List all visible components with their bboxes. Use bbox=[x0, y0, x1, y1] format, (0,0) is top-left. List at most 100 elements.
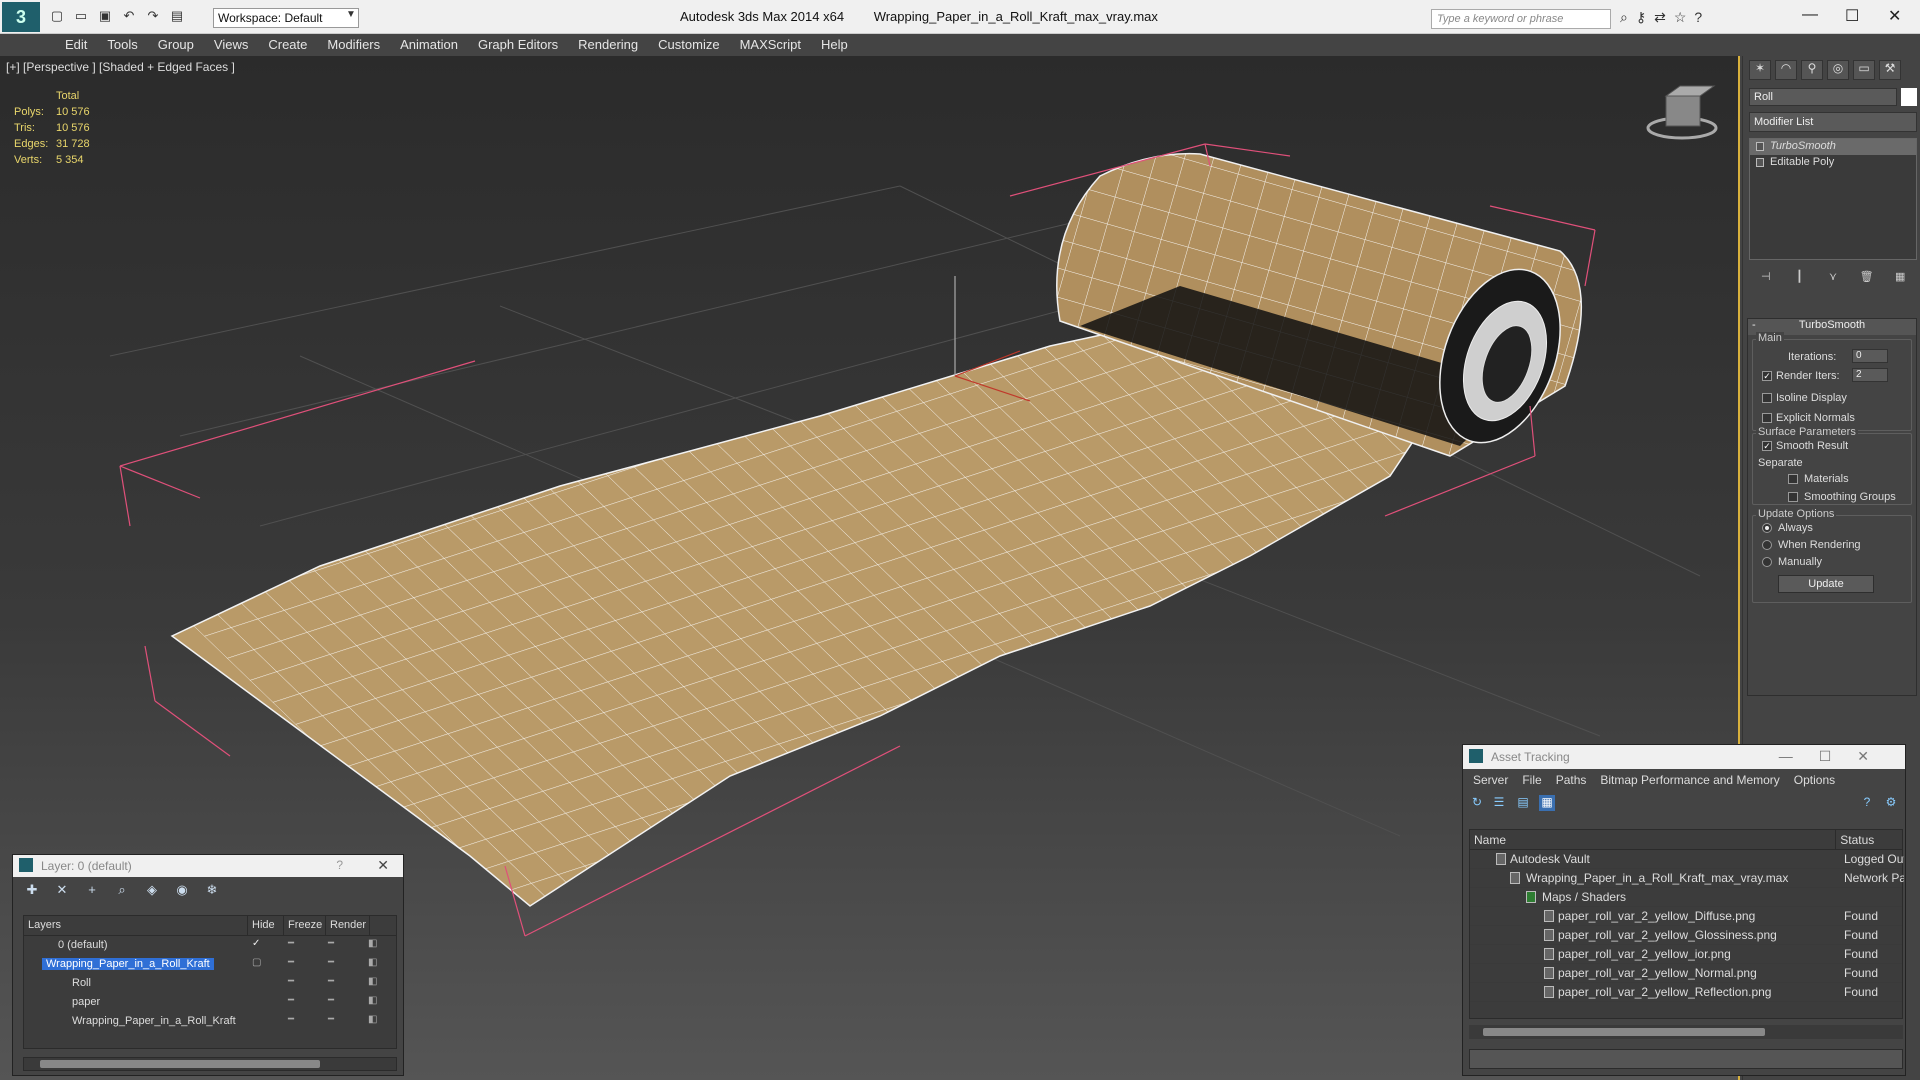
hide-toggle[interactable]: ━ bbox=[288, 1014, 294, 1025]
column-layers[interactable]: Layers bbox=[24, 916, 248, 935]
modifier-list-dropdown[interactable]: Modifier List bbox=[1749, 112, 1917, 132]
update-button[interactable]: Update bbox=[1778, 575, 1874, 593]
hide-toggle[interactable]: ━ bbox=[288, 976, 294, 987]
iterations-spinner[interactable]: 0 bbox=[1852, 349, 1888, 363]
when-rendering-radio[interactable] bbox=[1762, 540, 1772, 550]
asset-row[interactable]: paper_roll_var_2_yellow_ior.png Found bbox=[1470, 945, 1902, 964]
render-toggle-icon[interactable]: ◧ bbox=[368, 957, 377, 968]
search-input[interactable]: Type a keyword or phrase bbox=[1431, 9, 1611, 29]
asset-row[interactable]: paper_roll_var_2_yellow_Glossiness.png Fo… bbox=[1470, 926, 1902, 945]
binoculars-icon[interactable]: ⌕ bbox=[1620, 9, 1628, 26]
menu-customize[interactable]: Customize bbox=[648, 34, 729, 56]
layer-row[interactable]: Wrapping_Paper_in_a_Roll_Kraft ━ ━ ◧ bbox=[24, 1012, 396, 1031]
project-folder-icon[interactable]: ▤ bbox=[168, 8, 186, 24]
hierarchy-tab-icon[interactable]: ⚲ bbox=[1801, 60, 1823, 80]
utilities-tab-icon[interactable]: ⚒ bbox=[1879, 60, 1901, 80]
menu-options[interactable]: Options bbox=[1788, 773, 1841, 787]
object-color-swatch[interactable] bbox=[1901, 88, 1917, 106]
asset-row[interactable]: Maps / Shaders bbox=[1470, 888, 1902, 907]
close-icon[interactable]: ✕ bbox=[1888, 6, 1901, 26]
minimize-icon[interactable]: — bbox=[1802, 6, 1818, 24]
asset-row[interactable]: paper_roll_var_2_yellow_Reflection.png Fo… bbox=[1470, 983, 1902, 1002]
configure-sets-icon[interactable]: ▦ bbox=[1891, 270, 1909, 286]
menu-animation[interactable]: Animation bbox=[390, 34, 468, 56]
set-current-icon[interactable]: ▢ bbox=[252, 957, 261, 968]
app-logo-icon[interactable]: 3 bbox=[2, 2, 40, 32]
layer-row[interactable]: 0 (default) ✓ ━ ━ ◧ bbox=[24, 936, 396, 955]
menu-maxscript[interactable]: MAXScript bbox=[730, 34, 811, 56]
asset-path-field[interactable] bbox=[1469, 1049, 1903, 1069]
menu-help[interactable]: Help bbox=[811, 34, 858, 56]
key-icon[interactable]: ⚷ bbox=[1636, 9, 1646, 26]
bulb-icon[interactable] bbox=[1756, 142, 1764, 151]
display-tab-icon[interactable]: ▭ bbox=[1853, 60, 1875, 80]
delete-layer-icon[interactable]: ✕ bbox=[53, 882, 71, 898]
add-to-layer-icon[interactable]: + bbox=[83, 882, 101, 898]
explicit-normals-checkbox[interactable] bbox=[1762, 413, 1772, 423]
column-status[interactable]: Status bbox=[1836, 830, 1902, 849]
save-icon[interactable]: ▣ bbox=[96, 8, 114, 24]
highlight-layer-icon[interactable]: ◈ bbox=[143, 882, 161, 898]
freeze-toggle[interactable]: ━ bbox=[328, 957, 334, 968]
hide-toggle[interactable]: ━ bbox=[288, 995, 294, 1006]
new-file-icon[interactable]: ▢ bbox=[48, 8, 66, 24]
menu-graph-editors[interactable]: Graph Editors bbox=[468, 34, 568, 56]
column-name[interactable]: Name bbox=[1470, 830, 1837, 849]
window-controls[interactable]: —☐✕ bbox=[1779, 748, 1895, 765]
close-icon[interactable]: ✕ bbox=[377, 857, 389, 874]
hide-toggle[interactable]: ━ bbox=[288, 957, 294, 968]
always-radio[interactable] bbox=[1762, 523, 1772, 533]
asset-row[interactable]: Autodesk Vault Logged Out bbox=[1470, 850, 1904, 869]
select-objects-icon[interactable]: ⌕ bbox=[113, 882, 131, 898]
isoline-checkbox[interactable] bbox=[1762, 393, 1772, 403]
render-toggle-icon[interactable]: ◧ bbox=[368, 976, 377, 987]
viewport-label[interactable]: [+] [Perspective ] [Shaded + Edged Faces… bbox=[6, 60, 235, 74]
menu-create[interactable]: Create bbox=[258, 34, 317, 56]
help-icon[interactable]: ? bbox=[1859, 795, 1875, 811]
open-file-icon[interactable]: ▭ bbox=[72, 8, 90, 24]
menu-server[interactable]: Server bbox=[1467, 773, 1514, 787]
layer-row[interactable]: Roll ━ ━ ◧ bbox=[24, 974, 396, 993]
freeze-toggle[interactable]: ━ bbox=[328, 938, 334, 949]
show-end-result-icon[interactable]: ┃ bbox=[1790, 270, 1808, 286]
exchange-icon[interactable]: ⇄ bbox=[1654, 9, 1666, 26]
smooth-result-checkbox[interactable]: ✓ bbox=[1762, 441, 1772, 451]
render-toggle-icon[interactable]: ◧ bbox=[368, 995, 377, 1006]
stack-item-turbosmooth[interactable]: TurboSmooth bbox=[1750, 139, 1916, 155]
freeze-toggle[interactable]: ━ bbox=[328, 995, 334, 1006]
freeze-all-icon[interactable]: ❄ bbox=[203, 882, 221, 898]
asset-row[interactable]: Wrapping_Paper_in_a_Roll_Kraft_max_vray.… bbox=[1470, 869, 1904, 888]
layer-dialog-title-bar[interactable]: Layer: 0 (default) ? ✕ bbox=[13, 855, 403, 877]
chevron-down-icon[interactable]: ▼ bbox=[346, 9, 356, 20]
render-toggle-icon[interactable]: ◧ bbox=[368, 938, 377, 949]
layer-row[interactable]: paper ━ ━ ◧ bbox=[24, 993, 396, 1012]
freeze-toggle[interactable]: ━ bbox=[328, 976, 334, 987]
settings-icon[interactable]: ⚙ bbox=[1883, 795, 1899, 811]
render-iters-spinner[interactable]: 2 bbox=[1852, 368, 1888, 382]
pin-stack-icon[interactable]: ⊣ bbox=[1757, 270, 1775, 286]
menu-tools[interactable]: Tools bbox=[97, 34, 147, 56]
scrollbar-thumb[interactable] bbox=[1483, 1028, 1765, 1036]
create-layer-icon[interactable]: ✚ bbox=[23, 882, 41, 898]
menu-views[interactable]: Views bbox=[204, 34, 258, 56]
maximize-icon[interactable]: ☐ bbox=[1845, 6, 1859, 26]
menu-bitmap-performance[interactable]: Bitmap Performance and Memory bbox=[1594, 773, 1785, 787]
workspace-dropdown[interactable]: Workspace: Default bbox=[213, 8, 359, 28]
object-name-field[interactable]: Roll bbox=[1749, 88, 1897, 106]
menu-file[interactable]: File bbox=[1516, 773, 1547, 787]
refresh-icon[interactable]: ↻ bbox=[1469, 795, 1485, 811]
materials-checkbox[interactable] bbox=[1788, 474, 1798, 484]
column-freeze[interactable]: Freeze bbox=[284, 916, 326, 935]
render-iters-checkbox[interactable]: ✓ bbox=[1762, 371, 1772, 381]
hide-all-icon[interactable]: ◉ bbox=[173, 882, 191, 898]
undo-icon[interactable]: ↶ bbox=[120, 8, 138, 24]
motion-tab-icon[interactable]: ◎ bbox=[1827, 60, 1849, 80]
horizontal-scrollbar[interactable] bbox=[23, 1057, 397, 1071]
star-icon[interactable]: ☆ bbox=[1674, 9, 1687, 26]
modify-tab-icon[interactable]: ◠ bbox=[1775, 60, 1797, 80]
asset-row[interactable]: paper_roll_var_2_yellow_Normal.png Found bbox=[1470, 964, 1902, 983]
asset-tracking-title-bar[interactable]: Asset Tracking —☐✕ bbox=[1463, 745, 1905, 769]
menu-modifiers[interactable]: Modifiers bbox=[317, 34, 390, 56]
help-icon[interactable]: ? bbox=[1694, 9, 1702, 26]
column-render[interactable]: Render bbox=[326, 916, 370, 935]
